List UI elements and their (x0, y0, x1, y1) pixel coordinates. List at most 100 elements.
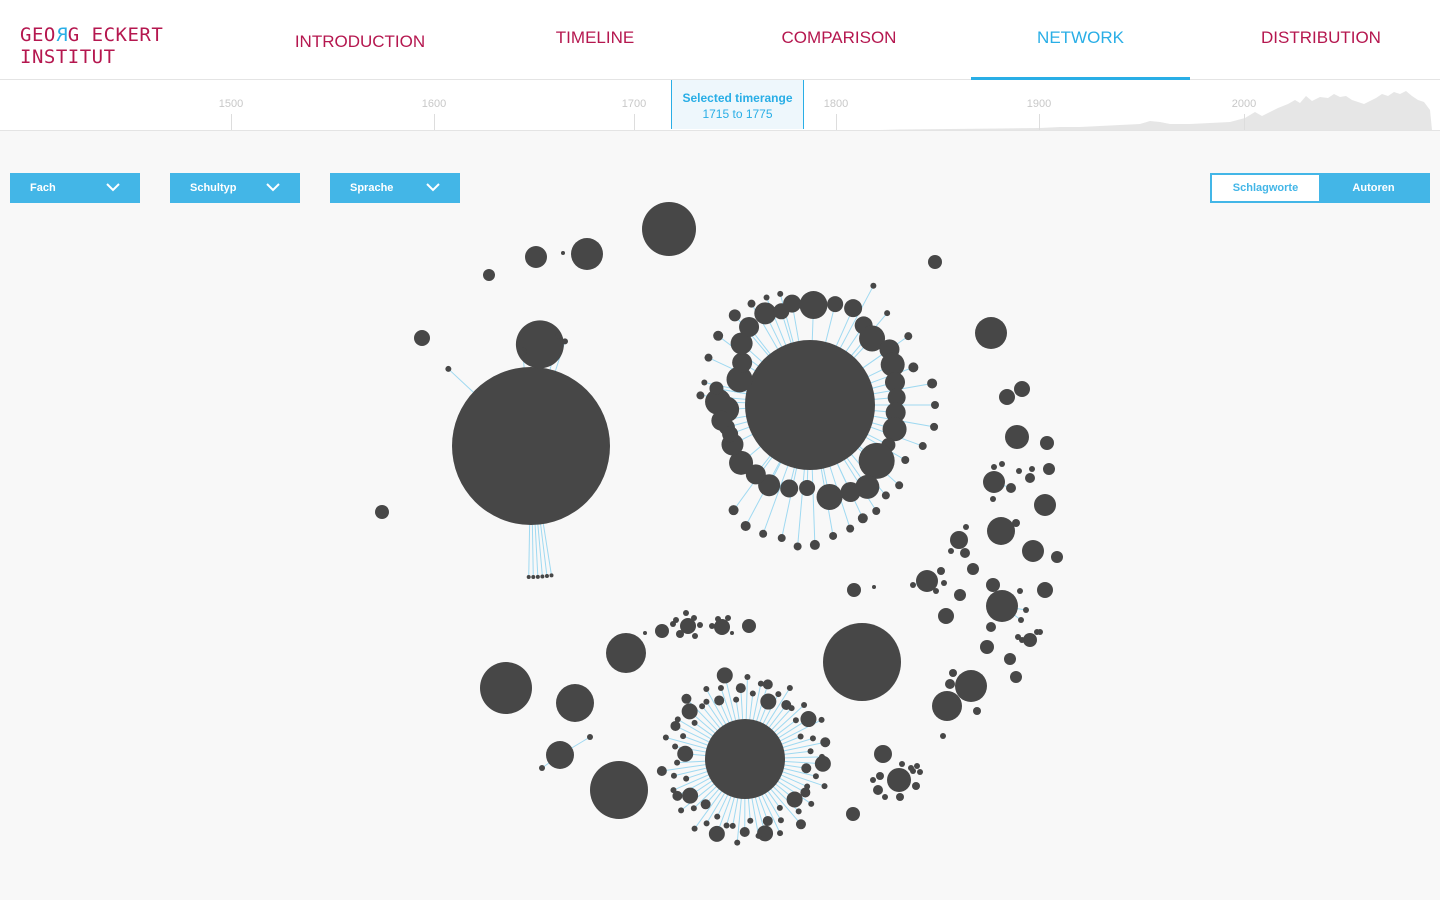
network-node[interactable] (931, 401, 939, 409)
network-node[interactable] (744, 674, 751, 681)
network-node[interactable] (991, 464, 997, 470)
network-node[interactable] (908, 765, 914, 771)
network-node[interactable] (786, 684, 793, 691)
network-node[interactable] (987, 517, 1015, 545)
network-node[interactable] (729, 822, 736, 829)
network-node[interactable] (723, 822, 730, 829)
network-node[interactable] (783, 294, 802, 313)
network-node[interactable] (799, 291, 828, 320)
network-node[interactable] (692, 633, 698, 639)
network-node[interactable] (1023, 607, 1029, 613)
network-node[interactable] (1037, 629, 1043, 635)
network-node[interactable] (735, 683, 746, 694)
network-node[interactable] (643, 631, 647, 635)
network-node[interactable] (882, 794, 888, 800)
network-node[interactable] (950, 531, 968, 549)
network-node[interactable] (759, 529, 768, 538)
network-node[interactable] (1012, 519, 1020, 527)
network-node[interactable] (884, 310, 891, 317)
network-node[interactable] (808, 800, 815, 807)
network-node[interactable] (870, 777, 876, 783)
network-node[interactable] (901, 456, 910, 464)
network-node[interactable] (780, 479, 799, 498)
timeline-brush[interactable]: 1500 1600 1700 1800 1900 2000 Selected t… (0, 80, 1440, 131)
network-node[interactable] (445, 365, 452, 372)
network-node[interactable] (728, 505, 739, 516)
network-node[interactable] (717, 684, 724, 691)
network-node[interactable] (776, 804, 783, 811)
network-node[interactable] (788, 705, 795, 712)
network-node[interactable] (676, 630, 684, 638)
network-node[interactable] (703, 685, 710, 692)
network-node[interactable] (1029, 466, 1035, 472)
network-node[interactable] (914, 763, 920, 769)
network-node[interactable] (691, 825, 698, 832)
network-node[interactable] (739, 826, 750, 837)
network-node[interactable] (940, 733, 946, 739)
network-node[interactable] (683, 775, 690, 782)
network-node[interactable] (986, 590, 1018, 622)
network-node[interactable] (807, 748, 814, 755)
network-node[interactable] (777, 290, 784, 297)
network-node[interactable] (518, 347, 527, 356)
network-node[interactable] (762, 679, 773, 690)
network-node[interactable] (899, 761, 905, 767)
network-node[interactable] (870, 282, 877, 289)
network-node[interactable] (1043, 463, 1055, 475)
network-node[interactable] (696, 391, 705, 400)
network-node[interactable] (777, 817, 784, 824)
network-node[interactable] (674, 759, 681, 766)
network-node[interactable] (728, 309, 741, 322)
network-node[interactable] (713, 330, 724, 341)
network-node[interactable] (762, 815, 773, 826)
network-node[interactable] (1017, 588, 1023, 594)
network-node[interactable] (954, 589, 966, 601)
network-node[interactable] (571, 238, 603, 270)
nav-distribution[interactable]: DISTRIBUTION (1250, 0, 1392, 79)
network-node[interactable] (734, 839, 741, 846)
network-node[interactable] (414, 330, 430, 346)
network-node[interactable] (681, 693, 692, 704)
network-node[interactable] (801, 763, 812, 774)
network-node[interactable] (775, 691, 782, 698)
network-node[interactable] (672, 743, 679, 750)
network-node[interactable] (814, 755, 831, 772)
network-node[interactable] (587, 734, 593, 740)
network-node[interactable] (882, 417, 907, 442)
network-node[interactable] (941, 580, 947, 586)
network-node[interactable] (742, 619, 756, 633)
network-node[interactable] (691, 615, 697, 621)
network-node[interactable] (876, 772, 884, 780)
network-node[interactable] (526, 574, 531, 579)
network-node[interactable] (730, 631, 734, 635)
network-node[interactable] (801, 702, 808, 709)
network-node[interactable] (963, 524, 969, 530)
network-node[interactable] (1025, 473, 1035, 483)
network-node[interactable] (683, 610, 689, 616)
network-node[interactable] (539, 765, 545, 771)
network-node[interactable] (525, 246, 547, 268)
network-node[interactable] (1051, 551, 1063, 563)
network-node[interactable] (682, 787, 699, 804)
network-node[interactable] (818, 716, 825, 723)
network-node[interactable] (701, 379, 708, 386)
network-node[interactable] (846, 807, 860, 821)
network-node[interactable] (1010, 671, 1022, 683)
network-node[interactable] (546, 741, 574, 769)
network-node[interactable] (480, 662, 532, 714)
network-node[interactable] (714, 695, 725, 706)
network-node[interactable] (846, 524, 855, 533)
network-node[interactable] (674, 716, 681, 723)
network-node[interactable] (763, 294, 770, 301)
network-node[interactable] (973, 707, 981, 715)
network-node[interactable] (795, 819, 806, 830)
network-node[interactable] (933, 588, 939, 594)
network-node[interactable] (709, 623, 715, 629)
network-node[interactable] (535, 574, 540, 579)
network-node[interactable] (847, 583, 861, 597)
network-node[interactable] (797, 733, 804, 740)
network-node[interactable] (874, 745, 892, 763)
network-node[interactable] (792, 717, 799, 724)
network-node[interactable] (715, 616, 721, 622)
nav-comparison[interactable]: COMPARISON (770, 0, 908, 79)
